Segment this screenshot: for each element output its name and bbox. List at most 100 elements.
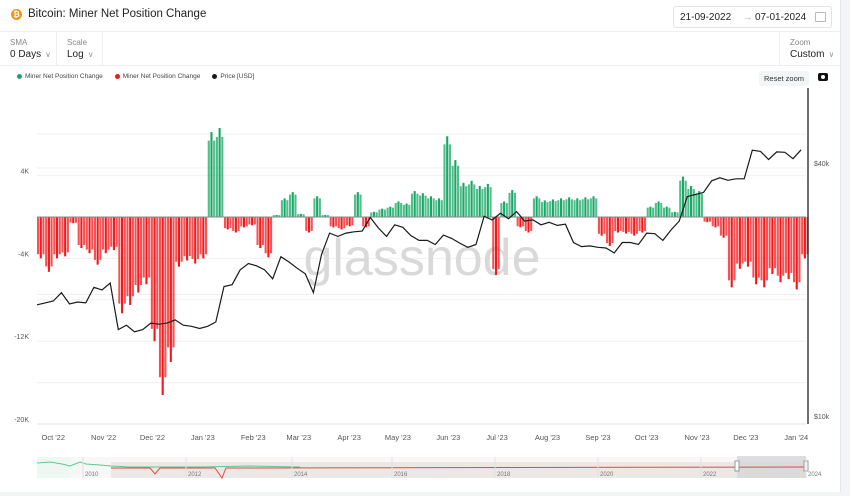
bar xyxy=(253,217,256,225)
bar xyxy=(755,217,758,285)
bar xyxy=(554,201,557,217)
bar xyxy=(570,199,573,217)
bar xyxy=(600,217,603,236)
bar xyxy=(118,217,121,304)
x-axis-tick: Jan '23 xyxy=(191,433,215,442)
bar xyxy=(213,140,216,217)
bar xyxy=(768,217,771,269)
bar xyxy=(199,217,202,255)
bar xyxy=(381,208,384,217)
bar xyxy=(765,217,769,281)
bar xyxy=(372,211,376,217)
bar xyxy=(652,207,655,217)
chart-plot[interactable]: glassnode $40k $10k 4K -4K -12K -20K Oct '22 Nov… xyxy=(0,0,850,496)
bar xyxy=(245,217,248,227)
bar xyxy=(492,217,495,270)
bar xyxy=(774,217,777,269)
bar xyxy=(421,193,424,217)
bar xyxy=(448,144,451,217)
bar xyxy=(543,200,546,217)
bar xyxy=(573,200,576,217)
bar xyxy=(473,184,476,217)
bar xyxy=(251,217,254,226)
bar xyxy=(456,165,460,217)
bar xyxy=(158,217,162,378)
bar xyxy=(592,196,595,217)
bar xyxy=(565,199,568,217)
bar xyxy=(782,217,785,276)
bar xyxy=(383,209,386,217)
bar xyxy=(578,200,582,217)
bar xyxy=(391,207,395,217)
bar xyxy=(242,217,246,228)
x-axis-tick: Jan '24 xyxy=(784,433,808,442)
bar xyxy=(102,217,105,250)
bar xyxy=(194,217,197,264)
bar xyxy=(597,217,601,234)
bar xyxy=(643,217,647,231)
bar xyxy=(646,207,649,217)
bar xyxy=(175,217,178,262)
bar xyxy=(798,217,801,283)
bar xyxy=(259,217,262,249)
bar xyxy=(467,184,470,217)
bar xyxy=(340,217,343,230)
bar xyxy=(74,217,78,223)
bar xyxy=(478,185,481,217)
bar xyxy=(96,217,99,265)
bar xyxy=(801,217,804,255)
bar xyxy=(416,193,419,217)
bar xyxy=(624,217,628,234)
bar xyxy=(354,194,357,217)
bar xyxy=(240,217,243,227)
bar xyxy=(486,183,489,217)
bar xyxy=(286,200,289,217)
bar xyxy=(120,217,124,314)
bar xyxy=(221,136,224,217)
bar xyxy=(717,217,720,227)
bar xyxy=(446,136,449,217)
bar xyxy=(137,217,140,293)
bar xyxy=(660,203,663,217)
bar xyxy=(218,127,221,217)
bar xyxy=(229,217,232,229)
bar xyxy=(378,209,381,217)
navigator-area xyxy=(37,457,71,478)
bar xyxy=(614,217,617,231)
bar xyxy=(72,217,75,224)
bar xyxy=(657,201,660,217)
bar xyxy=(50,217,53,267)
bar xyxy=(207,140,210,217)
bar xyxy=(45,217,48,267)
bar xyxy=(180,217,183,262)
bar xyxy=(727,217,731,281)
bar xyxy=(196,217,199,259)
bar xyxy=(226,217,229,230)
bar xyxy=(419,195,422,217)
bar xyxy=(687,189,690,217)
bar xyxy=(261,217,265,245)
bar xyxy=(443,144,446,217)
bar xyxy=(80,217,83,249)
bar xyxy=(186,217,189,261)
bar xyxy=(733,217,736,281)
bar xyxy=(790,217,793,273)
navigator-handle-left[interactable] xyxy=(734,460,740,472)
left-axis-tick: -20K xyxy=(14,417,29,424)
bar xyxy=(744,217,747,262)
bar xyxy=(99,217,102,260)
x-axis-tick: Mar '23 xyxy=(286,433,311,442)
bar xyxy=(204,217,208,255)
bar xyxy=(150,217,153,329)
bar xyxy=(69,217,72,223)
x-axis-tick: Aug '23 xyxy=(535,433,560,442)
bar xyxy=(83,217,86,245)
navigator-label: 2022 xyxy=(703,472,717,478)
bar xyxy=(484,187,487,217)
bar xyxy=(104,217,107,254)
bar xyxy=(394,203,397,217)
bar xyxy=(462,182,465,217)
bar xyxy=(736,217,739,264)
x-axis-tick: Dec '22 xyxy=(140,433,165,442)
bar xyxy=(64,217,67,257)
